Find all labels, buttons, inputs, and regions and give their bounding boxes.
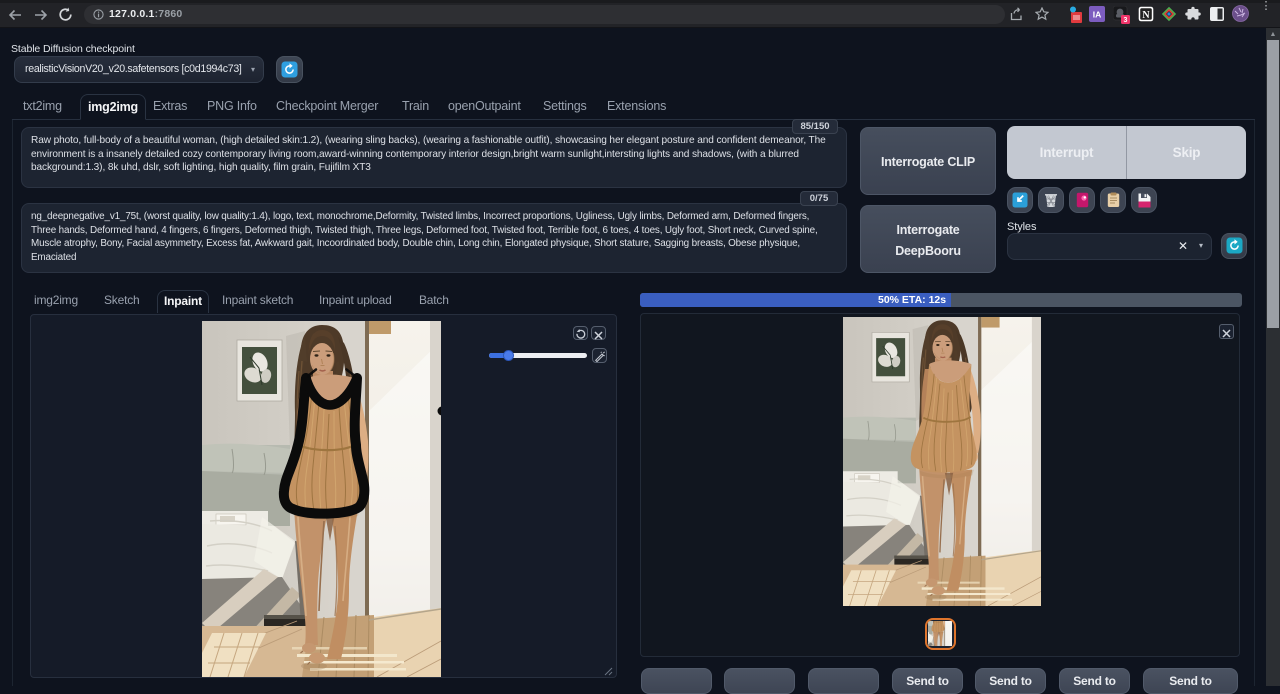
svg-text:3: 3 <box>1124 17 1128 24</box>
svg-text:IA: IA <box>1093 10 1102 20</box>
svg-text:N: N <box>1142 10 1150 21</box>
